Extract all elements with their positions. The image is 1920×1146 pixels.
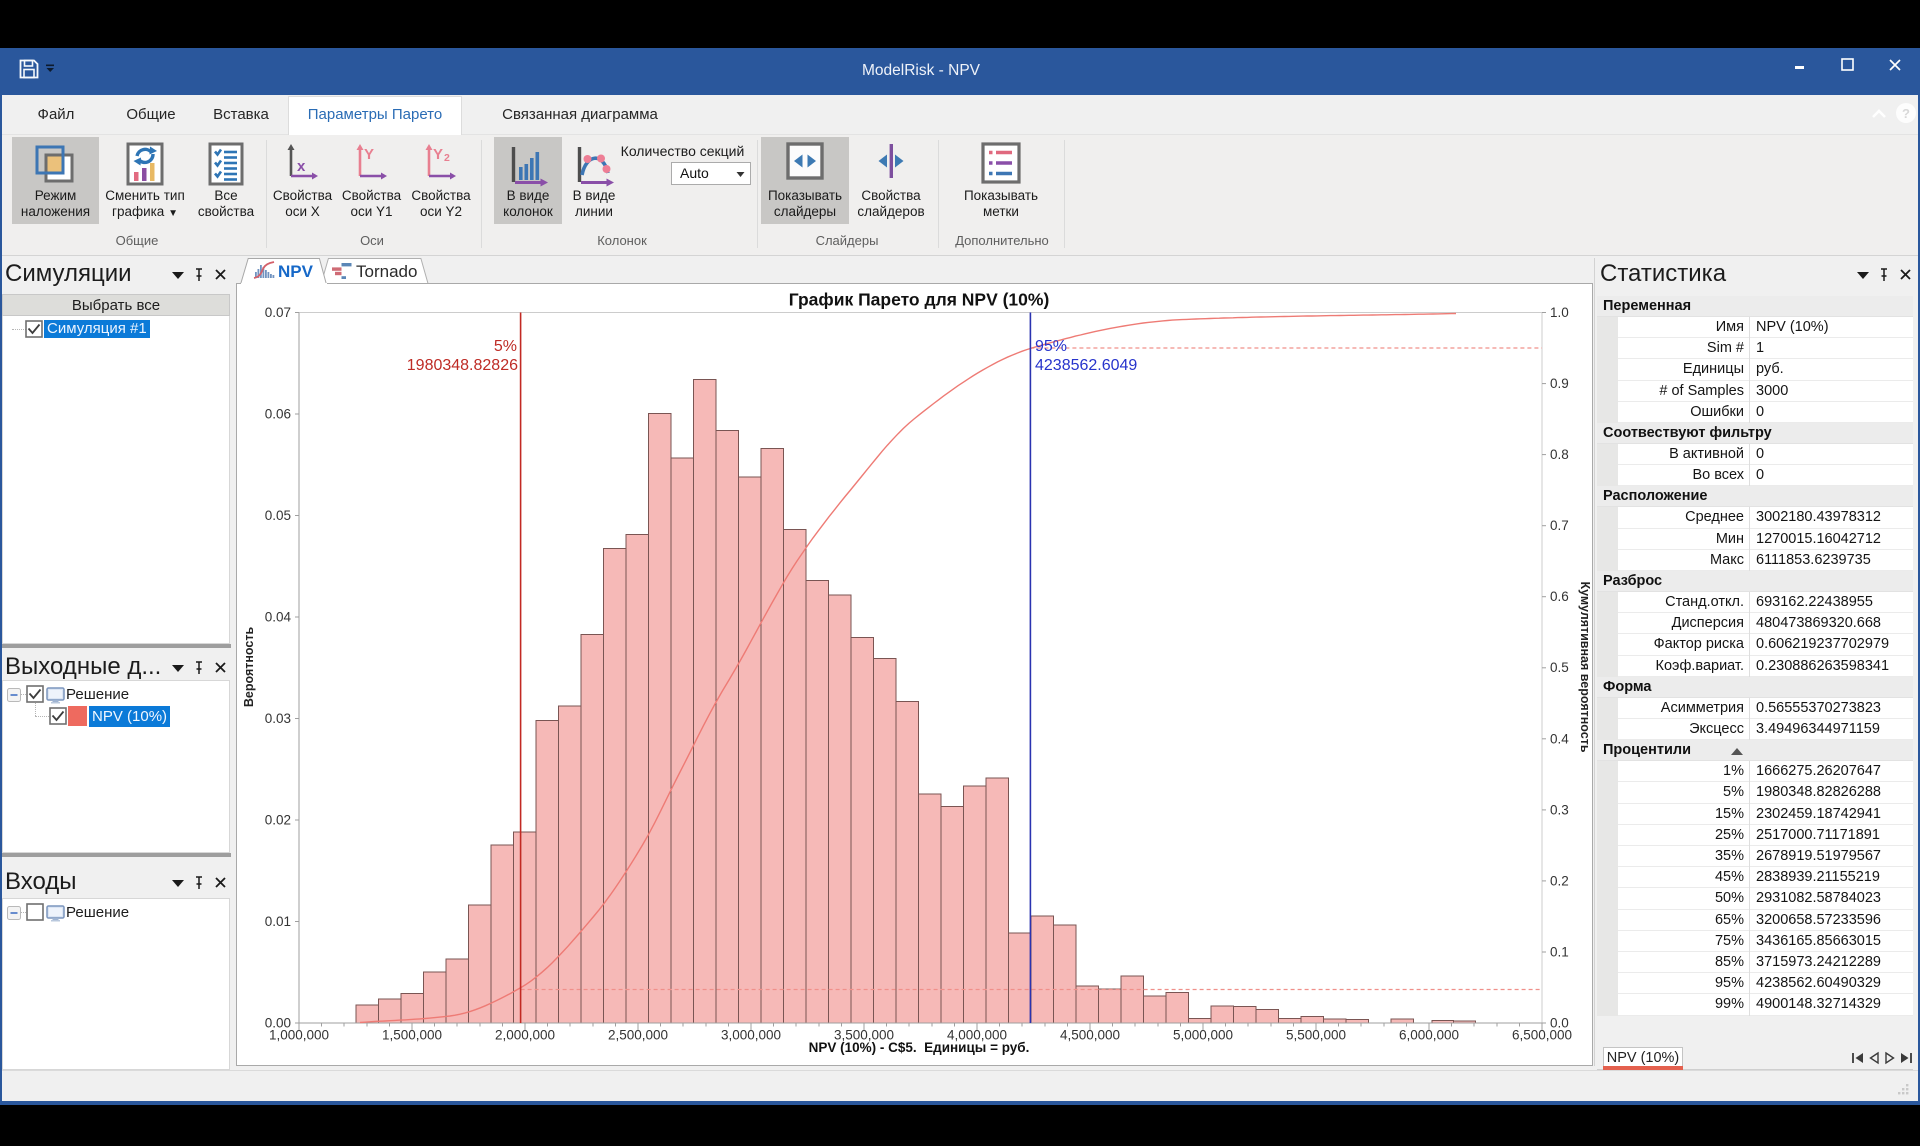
svg-text:Y: Y <box>433 146 443 163</box>
svg-text:5,000,000: 5,000,000 <box>1173 1028 1233 1043</box>
svg-text:4,500,000: 4,500,000 <box>1060 1028 1120 1043</box>
svg-text:1.0: 1.0 <box>1550 305 1569 320</box>
svg-text:2,500,000: 2,500,000 <box>608 1028 668 1043</box>
svg-text:Y: Y <box>364 146 374 163</box>
svg-text:0.9: 0.9 <box>1550 376 1569 391</box>
svg-text:0.8: 0.8 <box>1550 447 1569 462</box>
svg-text:Вероятность: Вероятность <box>242 627 256 708</box>
svg-text:0.4: 0.4 <box>1550 731 1569 746</box>
svg-text:График Парето для NPV (10%): График Парето для NPV (10%) <box>789 290 1050 310</box>
svg-text:0.0: 0.0 <box>1550 1016 1569 1031</box>
svg-text:0.02: 0.02 <box>265 813 291 828</box>
svg-text:0.7: 0.7 <box>1550 518 1569 533</box>
svg-text:0.6: 0.6 <box>1550 589 1569 604</box>
svg-text:0.5: 0.5 <box>1550 660 1569 675</box>
svg-text:4238562.6049: 4238562.6049 <box>1035 357 1137 374</box>
svg-text:2,000,000: 2,000,000 <box>495 1028 555 1043</box>
svg-text:3,000,000: 3,000,000 <box>721 1028 781 1043</box>
svg-text:0.07: 0.07 <box>265 305 291 320</box>
svg-text:2: 2 <box>444 152 450 164</box>
svg-text:Кумулятивная вероятность: Кумулятивная вероятность <box>1578 581 1592 752</box>
svg-text:Tornado: Tornado <box>356 262 417 281</box>
svg-text:5%: 5% <box>494 338 517 355</box>
svg-text:5,500,000: 5,500,000 <box>1286 1028 1346 1043</box>
svg-text:0.06: 0.06 <box>265 407 291 422</box>
svg-text:6,000,000: 6,000,000 <box>1399 1028 1459 1043</box>
svg-text:x: x <box>297 158 306 175</box>
svg-text:0.1: 0.1 <box>1550 945 1569 960</box>
svg-text:0.3: 0.3 <box>1550 802 1569 817</box>
svg-text:?: ? <box>1902 106 1910 121</box>
svg-text:NPV: NPV <box>278 262 314 281</box>
svg-text:0.03: 0.03 <box>265 711 291 726</box>
svg-text:NPV (10%) - C$5. Единицы = ру: NPV (10%) - C$5. Единицы = руб. <box>809 1040 1030 1055</box>
svg-text:95%: 95% <box>1035 338 1067 355</box>
svg-text:0.2: 0.2 <box>1550 873 1569 888</box>
svg-text:1,500,000: 1,500,000 <box>382 1028 442 1043</box>
svg-text:0.00: 0.00 <box>265 1016 291 1031</box>
svg-text:0.01: 0.01 <box>265 914 291 929</box>
svg-text:0.04: 0.04 <box>265 610 292 625</box>
svg-text:1980348.82826: 1980348.82826 <box>407 357 518 374</box>
svg-text:0.05: 0.05 <box>265 508 291 523</box>
